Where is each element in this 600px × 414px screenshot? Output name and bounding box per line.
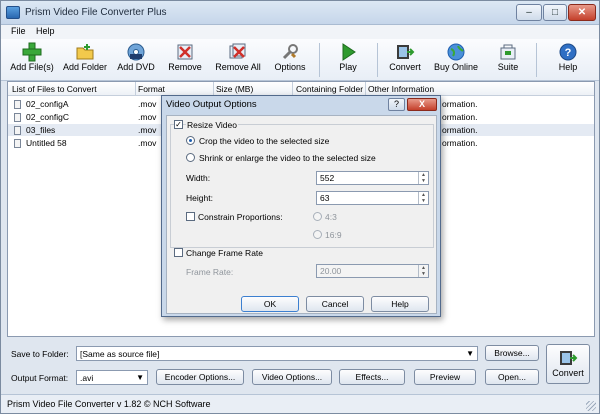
preview-button[interactable]: Preview [414,369,476,385]
menu-file[interactable]: File [11,26,26,36]
convert-toolbar-button[interactable]: Convert [385,39,425,81]
convert-button[interactable]: Convert [546,344,590,384]
shrink-label: Shrink or enlarge the video to the selec… [199,153,376,163]
add-files-button[interactable]: Add File(s) [7,39,57,81]
save-folder-combo[interactable]: [Same as source file] ▼ [76,346,478,361]
output-format-combo[interactable]: .avi ▼ [76,370,148,385]
change-frame-rate-checkbox[interactable] [174,248,183,257]
dialog-body: ✓ Resize Video Crop the video to the sel… [166,115,437,314]
browse-button[interactable]: Browse... [485,345,539,361]
constrain-proportions-label: Constrain Proportions: [198,212,283,222]
column-header-files[interactable]: List of Files to Convert [12,84,97,94]
spin-arrows-icon[interactable]: ▲ ▼ [418,192,428,204]
folder-icon [76,44,94,60]
cancel-button[interactable]: Cancel [306,296,364,312]
suite-button[interactable]: Suite [491,39,525,81]
open-button[interactable]: Open... [485,369,539,385]
film-convert-icon [560,351,578,365]
add-folder-button[interactable]: Add Folder [60,39,110,81]
ratio-16-9-label: 16:9 [325,230,342,240]
dropdown-arrow-icon: ▼ [466,349,474,358]
column-header-format[interactable]: Format [138,84,165,94]
video-output-options-dialog: Video Output Options ? X ✓ Resize Video … [161,95,441,317]
close-button[interactable]: ✕ [568,4,596,21]
app-icon [6,6,20,19]
ratio-16-9-radio[interactable] [313,230,322,239]
column-header-info[interactable]: Other Information [368,84,434,94]
constrain-proportions-checkbox[interactable] [186,212,195,221]
file-icon [14,139,21,148]
width-input[interactable]: 552 ▲ ▼ [316,171,429,185]
menu-bar: File Help [1,25,599,39]
bottom-panel: Save to Folder: [Same as source file] ▼ … [1,337,599,394]
remove-all-icon [229,43,246,59]
dialog-title: Video Output Options [166,99,257,110]
play-icon [342,43,356,61]
toolbar-separator [319,43,320,77]
spin-arrows-icon[interactable]: ▲ ▼ [418,172,428,184]
output-format-label: Output Format: [11,373,69,383]
height-input[interactable]: 63 ▲ ▼ [316,191,429,205]
file-list-header: List of Files to Convert Format Size (MB… [8,82,594,96]
remove-button[interactable]: Remove [165,39,205,81]
width-label: Width: [186,173,211,183]
suite-icon [500,44,516,60]
wrench-icon [282,44,298,60]
resize-grip-icon[interactable] [586,401,596,411]
remove-icon [177,44,193,60]
height-label: Height: [186,193,213,203]
frame-rate-input[interactable]: 20.00 ▲ ▼ [316,264,429,278]
window-title: Prism Video File Converter Plus [25,7,167,18]
shrink-radio[interactable] [186,153,195,162]
file-icon [14,126,21,135]
file-icon [14,113,21,122]
dialog-close-button[interactable]: X [407,98,437,111]
dropdown-arrow-icon: ▼ [136,373,144,382]
ratio-4-3-label: 4:3 [325,212,337,222]
toolbar-separator [377,43,378,77]
video-options-button[interactable]: Video Options... [252,369,332,385]
help-icon: ? [559,43,577,61]
crop-radio[interactable] [186,136,195,145]
column-header-folder[interactable]: Containing Folder [296,84,363,94]
minimize-button[interactable]: – [516,4,542,21]
add-dvd-button[interactable]: Add DVD [114,39,158,81]
ratio-4-3-radio[interactable] [313,212,322,221]
help-button[interactable]: Help [371,296,429,312]
main-window: Prism Video File Converter Plus – □ ✕ Fi… [0,0,600,414]
status-text: Prism Video File Converter v 1.82 © NCH … [7,399,211,409]
options-button[interactable]: Options [269,39,311,81]
menu-help[interactable]: Help [36,26,55,36]
dialog-help-button[interactable]: ? [388,98,405,111]
maximize-button[interactable]: □ [543,4,567,21]
toolbar-separator [536,43,537,77]
svg-text:?: ? [565,47,572,59]
save-to-folder-label: Save to Folder: [11,349,69,359]
remove-all-button[interactable]: Remove All [212,39,264,81]
spin-arrows-icon[interactable]: ▲ ▼ [418,265,428,277]
help-toolbar-button[interactable]: ? Help [551,39,585,81]
frame-rate-label: Frame Rate: [186,267,234,277]
add-plus-icon [22,42,42,62]
status-bar: Prism Video File Converter v 1.82 © NCH … [1,394,599,413]
buy-online-button[interactable]: Buy Online [431,39,481,81]
dvd-icon [127,43,145,61]
title-bar: Prism Video File Converter Plus – □ ✕ [1,1,599,25]
toolbar: Add File(s) Add Folder Add DVD Remove Re… [1,39,599,81]
resize-video-label: Resize Video [186,120,238,130]
effects-button[interactable]: Effects... [339,369,405,385]
crop-label: Crop the video to the selected size [199,136,330,146]
resize-video-checkbox[interactable]: ✓ [174,120,183,129]
change-frame-rate-label: Change Frame Rate [186,248,264,258]
file-icon [14,100,21,109]
globe-icon [447,43,465,61]
column-header-size[interactable]: Size (MB) [216,84,253,94]
play-button[interactable]: Play [331,39,365,81]
encoder-options-button[interactable]: Encoder Options... [156,369,244,385]
ok-button[interactable]: OK [241,296,299,312]
film-convert-icon [397,45,415,59]
